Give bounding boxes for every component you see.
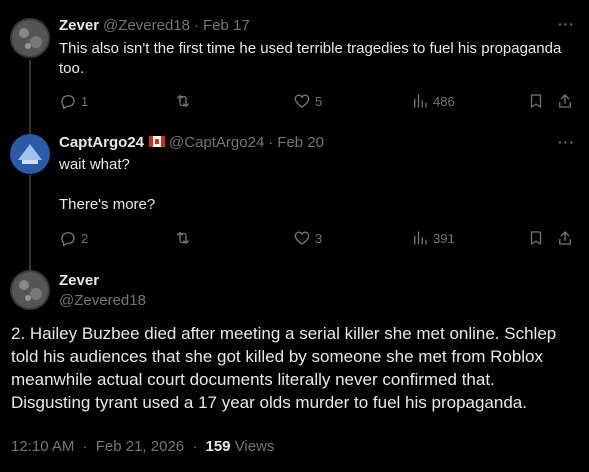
reply-count: 1	[81, 93, 89, 109]
share-icon	[559, 94, 571, 108]
bookmark-button[interactable]	[527, 92, 545, 110]
views-button[interactable]: 486	[411, 92, 455, 110]
view-count: 486	[433, 93, 455, 109]
canada-flag-icon	[149, 136, 166, 147]
view-count: 159	[205, 438, 231, 455]
tweet-text: This also isn't the first time he used t…	[59, 40, 562, 77]
reply-icon	[61, 232, 75, 247]
author-handle[interactable]: @Zevered18	[103, 17, 190, 34]
thread-line	[29, 60, 31, 134]
reply-button[interactable]: 2	[59, 229, 88, 247]
separator: ·	[192, 438, 198, 455]
post-time[interactable]: 12:10 AM	[11, 438, 74, 455]
separator: ·	[268, 134, 274, 151]
reply-button[interactable]: 1	[59, 92, 88, 110]
avatar[interactable]	[10, 134, 50, 174]
more-icon[interactable]: ···	[558, 16, 575, 32]
author-name[interactable]: Zever	[59, 17, 99, 34]
separator: ·	[82, 438, 88, 455]
reply-icon	[61, 95, 75, 110]
like-button[interactable]: 3	[293, 229, 322, 247]
views-button[interactable]: 391	[411, 229, 455, 247]
like-button[interactable]: 5	[293, 92, 322, 110]
separator: ·	[193, 17, 199, 34]
avatar[interactable]	[10, 270, 50, 310]
repost-icon	[177, 95, 189, 107]
analytics-icon	[414, 94, 427, 108]
author-handle[interactable]: @CaptArgo24	[169, 134, 264, 151]
views-label: Views	[234, 438, 275, 455]
author-handle[interactable]: @Zevered18	[59, 292, 146, 309]
repost-button[interactable]	[174, 92, 192, 110]
like-count: 3	[315, 230, 323, 246]
author-name[interactable]: CaptArgo24	[59, 134, 144, 151]
post-date[interactable]: Feb 21, 2026	[96, 438, 184, 455]
avatar[interactable]	[10, 18, 50, 58]
repost-icon	[177, 232, 189, 244]
bookmark-icon	[530, 231, 542, 245]
heart-icon	[294, 94, 310, 108]
action-bar: 2 3 391	[59, 229, 579, 249]
post-date[interactable]: Feb 20	[277, 134, 324, 151]
like-count: 5	[315, 93, 323, 109]
share-button[interactable]	[556, 92, 574, 110]
repost-button[interactable]	[174, 229, 192, 247]
action-bar: 1 5 486	[59, 92, 579, 112]
bookmark-button[interactable]	[527, 229, 545, 247]
tweet-meta: 12:10 AM · Feb 21, 2026 · 159 Views	[11, 438, 274, 455]
post-date[interactable]: Feb 17	[203, 17, 250, 34]
share-button[interactable]	[556, 229, 574, 247]
view-count: 391	[433, 230, 455, 246]
bookmark-icon	[530, 94, 542, 108]
more-icon[interactable]: ···	[558, 134, 575, 150]
heart-icon	[294, 231, 310, 245]
share-icon	[559, 231, 571, 245]
tweet-text: 2. Hailey Buzbee died after meeting a se…	[11, 324, 557, 412]
author-name[interactable]: Zever	[59, 272, 99, 289]
thread-line	[29, 175, 31, 273]
tweet-text: wait what? There's more?	[59, 156, 156, 213]
analytics-icon	[414, 231, 427, 245]
reply-count: 2	[81, 230, 89, 246]
